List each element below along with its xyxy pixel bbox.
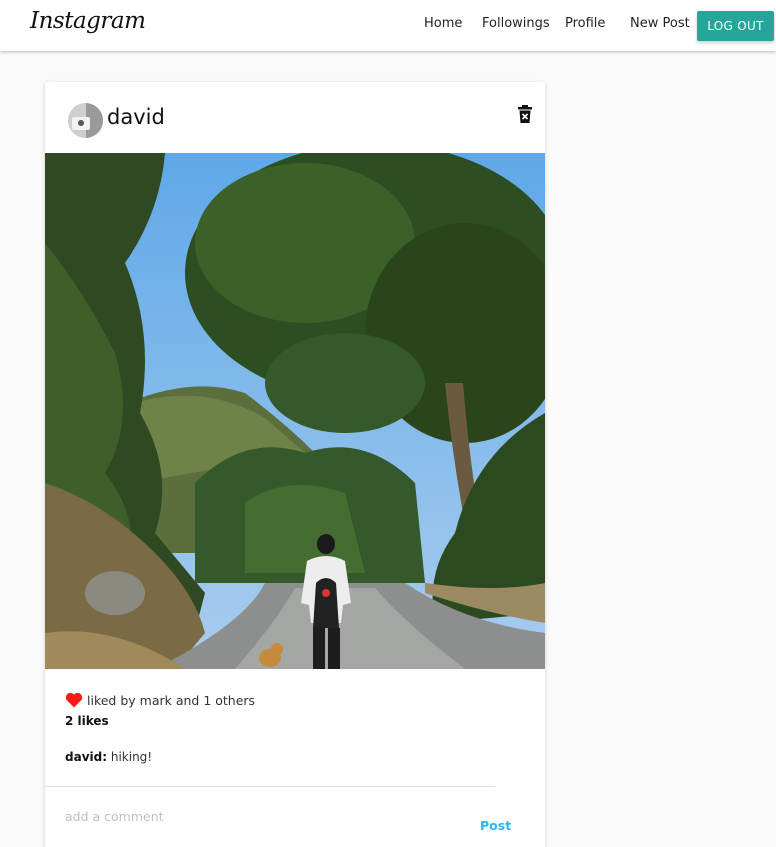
post-photo[interactable] [45,153,545,669]
nav-link-home[interactable]: Home [424,16,462,31]
comment-input[interactable] [65,809,445,824]
caption-text: hiking! [110,750,153,764]
avatar[interactable] [68,103,103,138]
logout-button[interactable]: LOG OUT [697,11,774,41]
post-username[interactable]: david [107,105,165,129]
caption-username[interactable]: david: [65,750,107,764]
liked-by-line: liked by mark and 1 others [65,692,255,708]
trash-icon[interactable] [518,105,532,123]
brand-logo[interactable]: Instagram [30,8,146,34]
post-caption: david: hiking! [65,750,152,764]
post-comment-button[interactable]: Post [480,818,511,833]
heart-icon[interactable] [65,692,83,708]
nav-link-profile[interactable]: Profile [565,16,605,31]
post-header: david [45,82,545,153]
nav-link-followings[interactable]: Followings [482,16,550,31]
post-card: david liked by mark and 1 others 2 likes… [45,82,545,847]
likes-count: 2 likes [65,714,109,728]
divider [45,786,495,787]
liked-by-text: liked by mark and 1 others [87,692,256,708]
navbar: Instagram Home Followings Profile New Po… [0,0,776,51]
nav-link-new-post[interactable]: New Post [630,16,690,31]
